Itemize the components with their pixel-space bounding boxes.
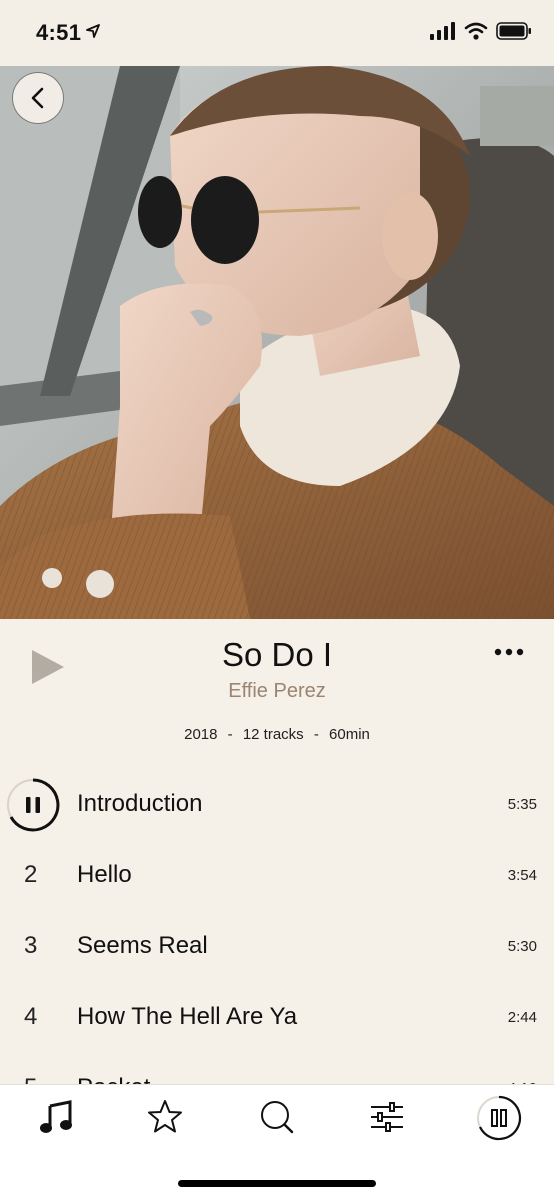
pause-icon xyxy=(477,1095,522,1141)
track-number: 4 xyxy=(24,1003,38,1030)
track-number: 3 xyxy=(24,932,38,959)
battery-icon xyxy=(496,22,531,40)
meta-separator: - xyxy=(227,726,233,743)
artist-name[interactable]: Effie Perez xyxy=(0,680,554,703)
wifi-icon xyxy=(464,22,488,40)
back-button[interactable] xyxy=(13,73,63,123)
track-title: Seems Real xyxy=(77,932,208,959)
tab-now-playing[interactable] xyxy=(476,1095,522,1141)
meta-separator: - xyxy=(313,726,319,743)
album-title: So Do I xyxy=(221,636,333,673)
track-row[interactable]: 4 How The Hell Are Ya 2:44 xyxy=(0,983,554,1054)
equalizer-icon xyxy=(371,1102,403,1132)
tab-favorites[interactable] xyxy=(145,1097,185,1137)
tab-music[interactable] xyxy=(36,1097,76,1137)
chevron-left-icon xyxy=(31,87,44,109)
status-time: 4:51 xyxy=(36,20,82,45)
tab-search[interactable] xyxy=(257,1097,297,1137)
music-note-icon xyxy=(40,1100,72,1133)
track-number: 2 xyxy=(24,861,38,888)
track-duration: 3:54 xyxy=(507,867,537,884)
album-year: 2018 xyxy=(184,726,218,743)
search-icon xyxy=(261,1101,294,1134)
track-row[interactable]: Introduction 5:35 xyxy=(0,770,554,841)
track-row[interactable]: 2 Hello 3:54 xyxy=(0,841,554,912)
tab-equalizer[interactable] xyxy=(367,1097,407,1137)
track-duration: 2:44 xyxy=(507,1009,537,1026)
track-title: Hello xyxy=(77,861,132,888)
album-duration: 60min xyxy=(329,726,370,743)
home-indicator[interactable] xyxy=(178,1180,376,1187)
track-duration: 5:35 xyxy=(507,796,537,813)
track-title: How The Hell Are Ya xyxy=(77,1003,298,1030)
album-cover-image xyxy=(0,66,554,619)
track-duration: 5:30 xyxy=(507,938,537,955)
star-icon xyxy=(148,1100,182,1133)
track-title: Introduction xyxy=(77,790,203,817)
more-options-button[interactable] xyxy=(494,645,524,659)
track-row[interactable]: 3 Seems Real 5:30 xyxy=(0,912,554,983)
album-meta: 2018 - 12 tracks - 60min xyxy=(0,726,554,743)
location-arrow-icon xyxy=(86,24,100,38)
now-playing-pause-button[interactable] xyxy=(6,778,60,832)
album-track-count: 12 tracks xyxy=(242,726,304,743)
status-bar: 4:51 xyxy=(0,0,554,66)
cellular-signal-icon xyxy=(430,22,455,40)
